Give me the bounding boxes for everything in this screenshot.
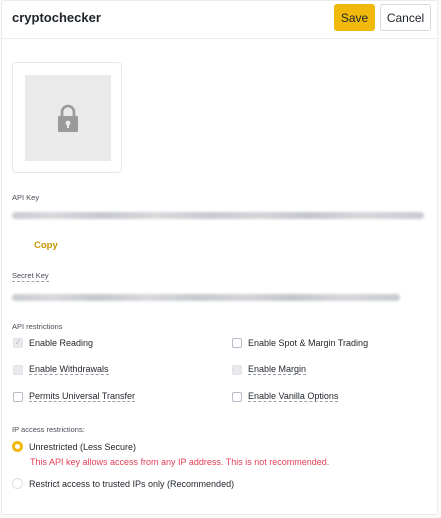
api-key-label-title: cryptochecker bbox=[12, 10, 101, 25]
checkbox-enable-margin[interactable]: Enable Margin bbox=[232, 364, 307, 375]
checkbox-label: Enable Margin bbox=[248, 364, 307, 375]
secret-key-value-blurred bbox=[12, 294, 400, 301]
checkbox-label: Enable Spot & Margin Trading bbox=[248, 338, 369, 348]
header-bar: cryptochecker Save Cancel bbox=[2, 1, 437, 39]
checkbox-enable-spot-margin-trading[interactable]: Enable Spot & Margin Trading bbox=[232, 338, 368, 348]
checkbox[interactable] bbox=[232, 338, 242, 348]
checkbox[interactable] bbox=[13, 364, 23, 375]
api-key-label: API Key bbox=[12, 193, 40, 202]
checkbox[interactable] bbox=[13, 391, 23, 402]
checkbox[interactable]: ✓ bbox=[13, 338, 23, 348]
qr-code-locked bbox=[25, 75, 111, 161]
checkbox-enable-vanilla-options[interactable]: Enable Vanilla Options bbox=[232, 391, 339, 402]
api-key-edit-panel: cryptochecker Save Cancel API Key Copy S… bbox=[1, 0, 438, 515]
ip-access-heading: IP access restrictions: bbox=[12, 425, 85, 434]
radio-label: Restrict access to trusted IPs only (Rec… bbox=[29, 478, 235, 489]
secret-key-label: Secret Key bbox=[12, 271, 49, 282]
copy-api-key-button[interactable]: Copy bbox=[34, 240, 58, 251]
api-key-value-blurred bbox=[12, 212, 424, 219]
radio-label: Unrestricted (Less Secure) bbox=[29, 441, 137, 452]
checkbox-label: Permits Universal Transfer bbox=[29, 391, 136, 402]
checkbox-label: Enable Reading bbox=[29, 338, 94, 348]
check-icon: ✓ bbox=[14, 338, 22, 347]
checkbox-enable-reading[interactable]: ✓ Enable Reading bbox=[13, 338, 93, 348]
checkbox-enable-withdrawals[interactable]: Enable Withdrawals bbox=[13, 364, 109, 375]
radio-button[interactable] bbox=[12, 478, 23, 489]
lock-icon bbox=[58, 104, 78, 132]
qr-code-placeholder bbox=[12, 62, 122, 173]
checkbox-label: Enable Withdrawals bbox=[29, 364, 109, 375]
ip-warning-text: This API key allows access from any IP a… bbox=[30, 457, 330, 467]
radio-unrestricted[interactable]: Unrestricted (Less Secure) bbox=[12, 441, 136, 452]
checkbox[interactable] bbox=[232, 364, 242, 375]
radio-button-selected[interactable] bbox=[12, 441, 23, 452]
cancel-button[interactable]: Cancel bbox=[380, 4, 431, 31]
checkbox-label: Enable Vanilla Options bbox=[248, 391, 339, 402]
checkbox[interactable] bbox=[232, 391, 242, 402]
api-restrictions-heading: API restrictions bbox=[12, 322, 63, 331]
radio-restrict-trusted-ips[interactable]: Restrict access to trusted IPs only (Rec… bbox=[12, 478, 234, 489]
save-button[interactable]: Save bbox=[334, 4, 375, 31]
checkbox-permits-universal-transfer[interactable]: Permits Universal Transfer bbox=[13, 391, 136, 402]
